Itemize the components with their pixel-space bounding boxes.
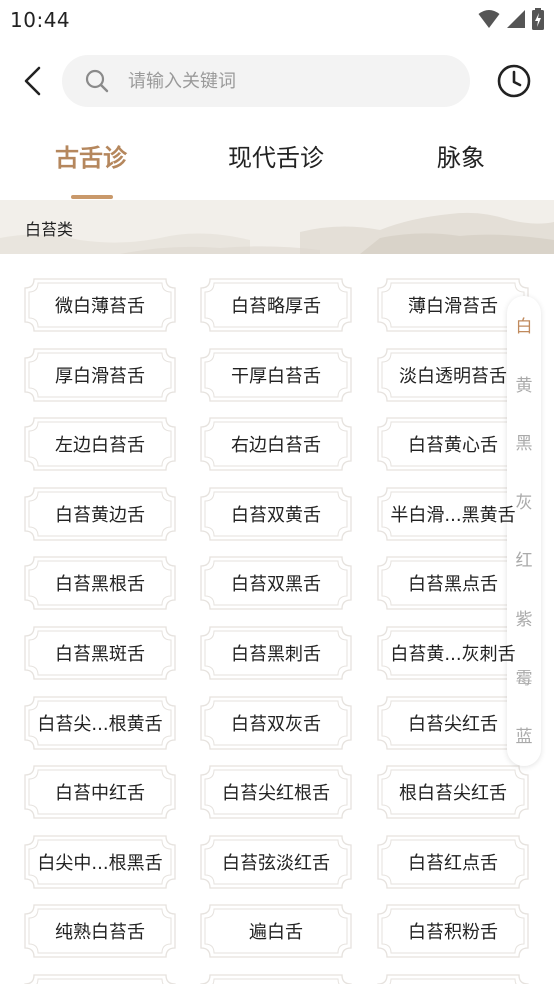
tongue-item-label: 遍白舌: [249, 922, 303, 944]
side-index-item[interactable]: 蓝: [507, 722, 541, 747]
tongue-item-label: 白尖中...根黑舌: [37, 852, 163, 874]
tongue-item-label: 白苔双黄舌: [231, 504, 321, 526]
mountain-decoration: [0, 212, 554, 254]
tongue-item-label: 薄白滑苔舌: [408, 296, 498, 317]
side-index-item[interactable]: 红: [507, 546, 541, 571]
side-index-item[interactable]: 黄: [507, 371, 541, 396]
signal-icon: [507, 10, 525, 28]
tongue-item-label: 白苔弦淡红舌: [222, 852, 330, 874]
tongue-grid: 微白薄苔舌 白苔略厚舌 薄白滑苔舌 厚白滑苔舌 干厚白苔舌 淡白透明苔舌 左边白…: [0, 254, 554, 984]
search-icon: [85, 69, 109, 93]
tongue-item[interactable]: 白苔略厚舌: [200, 278, 352, 332]
side-index-item[interactable]: 霉: [507, 664, 541, 689]
tongue-item[interactable]: 白苔黑斑舌: [24, 626, 176, 680]
tongue-item[interactable]: 白苔尖红根舌: [200, 765, 352, 819]
tongue-item[interactable]: 左边白苔舌: [24, 417, 176, 471]
chip-frame: [200, 974, 352, 984]
chevron-left-icon: [24, 66, 41, 96]
tongue-item[interactable]: 厚白滑苔舌: [24, 347, 176, 402]
tongue-item-label: 纯熟白苔舌: [55, 922, 145, 944]
tongue-item-label: 白苔双黑舌: [231, 574, 321, 596]
tongue-item[interactable]: 白苔黑刺舌: [200, 626, 352, 680]
battery-icon: [532, 8, 544, 30]
tongue-item-label: 白苔尖...根黄舌: [37, 713, 163, 735]
tongue-item-label: 左边白苔舌: [55, 435, 145, 457]
tab-active-indicator: [71, 195, 113, 199]
status-bar: 10:44: [0, 0, 554, 40]
tongue-item[interactable]: 右边白苔舌: [200, 417, 352, 471]
clock-icon: [497, 64, 531, 98]
status-icons: [478, 8, 544, 30]
side-index-item[interactable]: 紫: [507, 605, 541, 630]
tongue-item[interactable]: 白苔黄边舌: [24, 487, 176, 541]
tongue-item-label: 白苔尖红舌: [408, 713, 498, 735]
tongue-item-partial[interactable]: [24, 974, 176, 984]
chip-frame: [24, 974, 176, 984]
tongue-item-label: 白苔积粉舌: [408, 922, 498, 944]
tongue-item-label: 白苔黑点舌: [408, 574, 498, 596]
search-box[interactable]: [62, 55, 470, 107]
tongue-item-label: 白苔双灰舌: [231, 713, 321, 735]
tongue-item[interactable]: 干厚白苔舌: [200, 347, 352, 402]
tongue-item-label: 白苔黑刺舌: [231, 644, 321, 665]
tongue-item-label: 白苔黑根舌: [55, 574, 145, 596]
back-button[interactable]: [18, 64, 48, 98]
wifi-icon: [478, 10, 500, 28]
tongue-item[interactable]: 白苔红点舌: [377, 835, 529, 889]
tongue-item-label: 干厚白苔舌: [231, 365, 321, 387]
tongue-item-label: 根白苔尖红舌: [399, 783, 507, 805]
tongue-item[interactable]: 遍白舌: [200, 904, 352, 959]
status-time: 10:44: [10, 8, 71, 32]
chip-frame: [377, 974, 529, 984]
tongue-item[interactable]: 根白苔尖红舌: [377, 765, 529, 819]
tab-bar: 古舌诊 现代舌诊 脉象: [0, 120, 554, 200]
tab-modern-tongue[interactable]: 现代舌诊: [228, 138, 324, 173]
tongue-item-label: 白苔黄...灰刺舌: [390, 644, 516, 665]
side-index-item[interactable]: 黑: [507, 429, 541, 454]
tongue-item[interactable]: 白苔双灰舌: [200, 695, 352, 750]
alphabet-side-index[interactable]: 白黄黑灰红紫霉蓝: [507, 296, 541, 766]
tongue-item-label: 白苔黄心舌: [408, 435, 498, 457]
tongue-item-label: 厚白滑苔舌: [55, 365, 145, 387]
tongue-item[interactable]: 白苔尖...根黄舌: [24, 695, 176, 750]
tongue-item[interactable]: 白苔弦淡红舌: [200, 835, 352, 889]
tongue-item[interactable]: 白苔黑根舌: [24, 556, 176, 611]
tongue-item-label: 白苔略厚舌: [231, 296, 321, 317]
search-row: [0, 52, 554, 110]
tongue-item[interactable]: 白苔双黄舌: [200, 487, 352, 541]
tab-ancient-tongue[interactable]: 古舌诊: [55, 138, 127, 173]
tongue-item-label: 半白滑...黑黄舌: [390, 504, 516, 526]
tongue-item[interactable]: 白苔积粉舌: [377, 904, 529, 959]
category-label: 白苔类: [25, 220, 74, 239]
tongue-item-label: 白苔黑斑舌: [55, 644, 145, 665]
tongue-item[interactable]: 白苔双黑舌: [200, 556, 352, 611]
tongue-item-partial[interactable]: [377, 974, 529, 984]
tongue-item[interactable]: 微白薄苔舌: [24, 278, 176, 332]
tongue-item-label: 淡白透明苔舌: [399, 365, 507, 387]
tongue-item-label: 白苔黄边舌: [55, 504, 145, 526]
tongue-item-label: 右边白苔舌: [231, 435, 321, 457]
tongue-item[interactable]: 白苔中红舌: [24, 765, 176, 819]
side-index-item[interactable]: 白: [507, 312, 541, 337]
tongue-item[interactable]: 白尖中...根黑舌: [24, 835, 176, 889]
category-banner: 白苔类: [0, 200, 554, 254]
history-button[interactable]: [496, 63, 532, 99]
tongue-item-label: 白苔红点舌: [408, 852, 498, 874]
tongue-item-label: 微白薄苔舌: [55, 296, 145, 317]
tongue-item[interactable]: 纯熟白苔舌: [24, 904, 176, 959]
tongue-item-partial[interactable]: [200, 974, 352, 984]
tongue-item-label: 白苔中红舌: [55, 783, 145, 805]
tab-pulse[interactable]: 脉象: [437, 138, 485, 173]
search-input[interactable]: [128, 55, 448, 107]
tongue-item-label: 白苔尖红根舌: [222, 783, 330, 805]
